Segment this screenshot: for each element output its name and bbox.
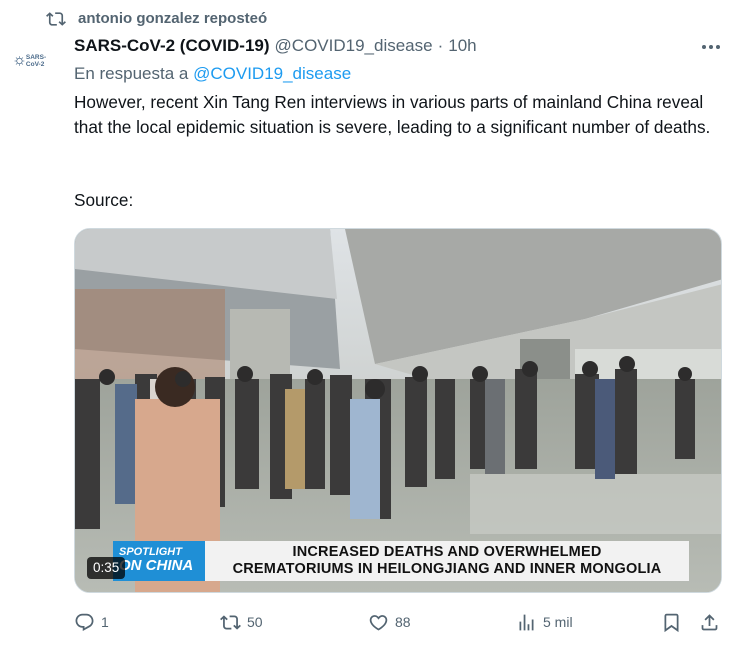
views-count: 5 mil	[543, 614, 573, 630]
views-button[interactable]: 5 mil	[516, 608, 573, 636]
reply-prefix: En respuesta a	[74, 64, 189, 83]
more-dot	[702, 45, 706, 49]
reply-button[interactable]: 1	[74, 608, 109, 636]
headline-line2: CREMATORIUMS IN HEILONGJIANG AND INNER M…	[232, 561, 662, 577]
repost-icon	[46, 12, 66, 26]
author-handle[interactable]: @COVID19_disease	[275, 36, 433, 56]
tweet-header: SARS-CoV-2 (COVID-19) @COVID19_disease ·…	[74, 36, 477, 60]
avatar[interactable]: SARS-CoV-2	[14, 40, 56, 82]
repost-button[interactable]: 50	[220, 608, 263, 636]
repost-count: 50	[247, 614, 263, 630]
author-name[interactable]: SARS-CoV-2 (COVID-19)	[74, 36, 270, 56]
repost-text[interactable]: antonio gonzalez reposteó	[78, 10, 267, 27]
heart-icon	[369, 614, 388, 631]
video-frame	[75, 229, 721, 592]
video-player[interactable]: SPOTLIGHT ON CHINA INCREASED DEATHS AND …	[74, 228, 722, 593]
more-options-button[interactable]	[697, 38, 725, 56]
tweet-actions: 1 50 88 5 mil	[74, 608, 724, 636]
bookmark-icon	[664, 613, 679, 632]
virus-icon	[14, 56, 25, 66]
bookmark-button[interactable]	[661, 608, 682, 636]
tweet-body: However, recent Xin Tang Ren interviews …	[74, 92, 711, 137]
views-icon	[519, 614, 534, 630]
reply-context: En respuesta a @COVID19_disease	[74, 64, 351, 84]
reply-count: 1	[101, 614, 109, 630]
tweet-time[interactable]: 10h	[448, 36, 476, 56]
news-banner: SPOTLIGHT ON CHINA INCREASED DEATHS AND …	[113, 541, 689, 581]
source-label: Source:	[74, 190, 134, 210]
reply-icon	[75, 613, 94, 631]
more-dot	[716, 45, 720, 49]
share-icon	[701, 613, 718, 630]
banner-headline: INCREASED DEATHS AND OVERWHELMED CREMATO…	[205, 541, 689, 581]
spotlight-logo: SPOTLIGHT ON CHINA	[113, 541, 205, 581]
repost-icon	[220, 614, 241, 630]
spotlight-line2: ON CHINA	[119, 557, 194, 574]
avatar-label: SARS-CoV-2	[25, 54, 47, 68]
like-button[interactable]: 88	[368, 608, 411, 636]
reply-mention-link[interactable]: @COVID19_disease	[193, 64, 351, 83]
share-button[interactable]	[699, 608, 720, 636]
like-count: 88	[395, 614, 411, 630]
video-duration-badge: 0:35	[87, 557, 126, 579]
more-dot	[709, 45, 713, 49]
separator-dot: ·	[437, 36, 444, 55]
headline-line1: INCREASED DEATHS AND OVERWHELMED	[292, 544, 602, 560]
